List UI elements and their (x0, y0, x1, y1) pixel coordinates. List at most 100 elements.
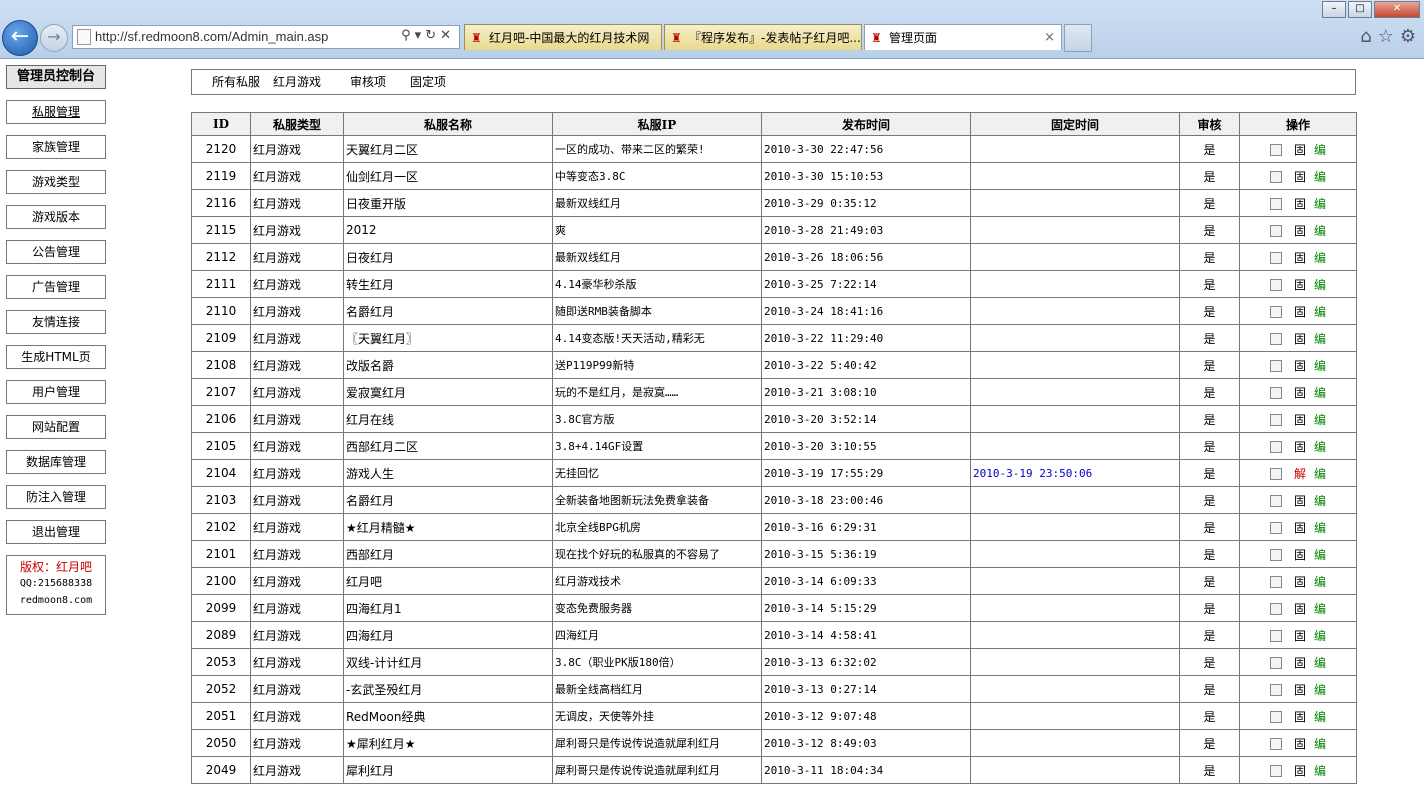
address-bar[interactable]: http://sf.redmoon8.com/Admin_main.asp ⚲▾… (72, 25, 460, 49)
sidebar-item-site-config[interactable]: 网站配置 (6, 415, 106, 439)
tab-admin-page[interactable]: ♜ 管理页面 × (864, 24, 1062, 50)
sidebar-item-announcement[interactable]: 公告管理 (6, 240, 106, 264)
fix-link[interactable]: 固 (1294, 143, 1306, 157)
edit-link[interactable]: 编 (1314, 629, 1326, 643)
row-checkbox[interactable] (1269, 360, 1282, 372)
fix-link[interactable]: 固 (1294, 737, 1306, 751)
filter-redmoon-game[interactable]: 红月游戏 (273, 70, 321, 94)
maximize-icon[interactable]: □ (1348, 1, 1372, 18)
unfix-link[interactable]: 解 (1294, 467, 1306, 481)
row-checkbox[interactable] (1269, 306, 1282, 318)
sidebar-item-game-type[interactable]: 游戏类型 (6, 170, 106, 194)
edit-link[interactable]: 编 (1314, 170, 1326, 184)
edit-link[interactable]: 编 (1314, 602, 1326, 616)
dropdown-icon[interactable]: ▾ (415, 28, 426, 43)
fix-link[interactable]: 固 (1294, 629, 1306, 643)
sidebar-item-ads[interactable]: 广告管理 (6, 275, 106, 299)
row-checkbox[interactable] (1269, 387, 1282, 399)
edit-link[interactable]: 编 (1314, 494, 1326, 508)
edit-link[interactable]: 编 (1314, 656, 1326, 670)
row-checkbox[interactable] (1269, 630, 1282, 642)
fix-link[interactable]: 固 (1294, 575, 1306, 589)
refresh-icon[interactable]: ↻ (425, 28, 440, 43)
fix-link[interactable]: 固 (1294, 710, 1306, 724)
fix-link[interactable]: 固 (1294, 332, 1306, 346)
fix-link[interactable]: 固 (1294, 386, 1306, 400)
fix-link[interactable]: 固 (1294, 251, 1306, 265)
edit-link[interactable]: 编 (1314, 548, 1326, 562)
row-checkbox[interactable] (1269, 252, 1282, 264)
fix-link[interactable]: 固 (1294, 170, 1306, 184)
sidebar-item-users[interactable]: 用户管理 (6, 380, 106, 404)
row-checkbox[interactable] (1269, 441, 1282, 453)
edit-link[interactable]: 编 (1314, 521, 1326, 535)
home-icon[interactable]: ⌂ (1360, 26, 1377, 47)
fix-link[interactable]: 固 (1294, 683, 1306, 697)
row-checkbox[interactable] (1269, 603, 1282, 615)
edit-link[interactable]: 编 (1314, 710, 1326, 724)
fix-link[interactable]: 固 (1294, 656, 1306, 670)
sidebar-item-family-manage[interactable]: 家族管理 (6, 135, 106, 159)
edit-link[interactable]: 编 (1314, 359, 1326, 373)
edit-link[interactable]: 编 (1314, 278, 1326, 292)
tab-close-icon[interactable]: × (1044, 25, 1055, 50)
edit-link[interactable]: 编 (1314, 224, 1326, 238)
row-checkbox[interactable] (1269, 333, 1282, 345)
fix-link[interactable]: 固 (1294, 602, 1306, 616)
row-checkbox[interactable] (1269, 414, 1282, 426)
row-checkbox[interactable] (1269, 576, 1282, 588)
address-tools[interactable]: ⚲▾↻✕ (401, 28, 455, 43)
search-icon[interactable]: ⚲ (401, 28, 415, 43)
edit-link[interactable]: 编 (1314, 413, 1326, 427)
fix-link[interactable]: 固 (1294, 305, 1306, 319)
edit-link[interactable]: 编 (1314, 764, 1326, 778)
address-url[interactable]: http://sf.redmoon8.com/Admin_main.asp (95, 29, 328, 44)
fix-link[interactable]: 固 (1294, 548, 1306, 562)
row-checkbox[interactable] (1269, 225, 1282, 237)
edit-link[interactable]: 编 (1314, 575, 1326, 589)
back-button[interactable]: ← (2, 20, 38, 56)
sidebar-item-links[interactable]: 友情连接 (6, 310, 106, 334)
row-checkbox[interactable] (1269, 711, 1282, 723)
filter-review[interactable]: 审核项 (350, 70, 386, 94)
row-checkbox[interactable] (1269, 144, 1282, 156)
fix-link[interactable]: 固 (1294, 521, 1306, 535)
stop-icon[interactable]: ✕ (440, 28, 455, 43)
sidebar-item-database[interactable]: 数据库管理 (6, 450, 106, 474)
fix-link[interactable]: 固 (1294, 440, 1306, 454)
row-checkbox[interactable] (1269, 468, 1282, 480)
row-checkbox[interactable] (1269, 657, 1282, 669)
fix-link[interactable]: 固 (1294, 197, 1306, 211)
row-checkbox[interactable] (1269, 765, 1282, 777)
edit-link[interactable]: 编 (1314, 737, 1326, 751)
sidebar-item-logout[interactable]: 退出管理 (6, 520, 106, 544)
row-checkbox[interactable] (1269, 171, 1282, 183)
edit-link[interactable]: 编 (1314, 197, 1326, 211)
row-checkbox[interactable] (1269, 738, 1282, 750)
tab-program-release[interactable]: ♜ 『程序发布』-发表帖子红月吧... (664, 24, 862, 50)
edit-link[interactable]: 编 (1314, 683, 1326, 697)
row-checkbox[interactable] (1269, 684, 1282, 696)
edit-link[interactable]: 编 (1314, 332, 1326, 346)
sidebar-item-anti-injection[interactable]: 防注入管理 (6, 485, 106, 509)
fix-link[interactable]: 固 (1294, 278, 1306, 292)
edit-link[interactable]: 编 (1314, 143, 1326, 157)
sidebar-item-generate-html[interactable]: 生成HTML页 (6, 345, 106, 369)
filter-all-servers[interactable]: 所有私服 (212, 70, 260, 94)
new-tab-button[interactable] (1064, 24, 1092, 52)
sidebar-item-server-manage[interactable]: 私服管理 (6, 100, 106, 124)
edit-link[interactable]: 编 (1314, 305, 1326, 319)
fix-link[interactable]: 固 (1294, 494, 1306, 508)
row-checkbox[interactable] (1269, 495, 1282, 507)
row-checkbox[interactable] (1269, 198, 1282, 210)
row-checkbox[interactable] (1269, 279, 1282, 291)
edit-link[interactable]: 编 (1314, 251, 1326, 265)
fix-link[interactable]: 固 (1294, 413, 1306, 427)
fix-link[interactable]: 固 (1294, 224, 1306, 238)
favorites-star-icon[interactable]: ☆ (1378, 26, 1400, 47)
edit-link[interactable]: 编 (1314, 467, 1326, 481)
edit-link[interactable]: 编 (1314, 440, 1326, 454)
sidebar-item-game-version[interactable]: 游戏版本 (6, 205, 106, 229)
settings-gear-icon[interactable]: ⚙ (1400, 26, 1422, 47)
row-checkbox[interactable] (1269, 549, 1282, 561)
